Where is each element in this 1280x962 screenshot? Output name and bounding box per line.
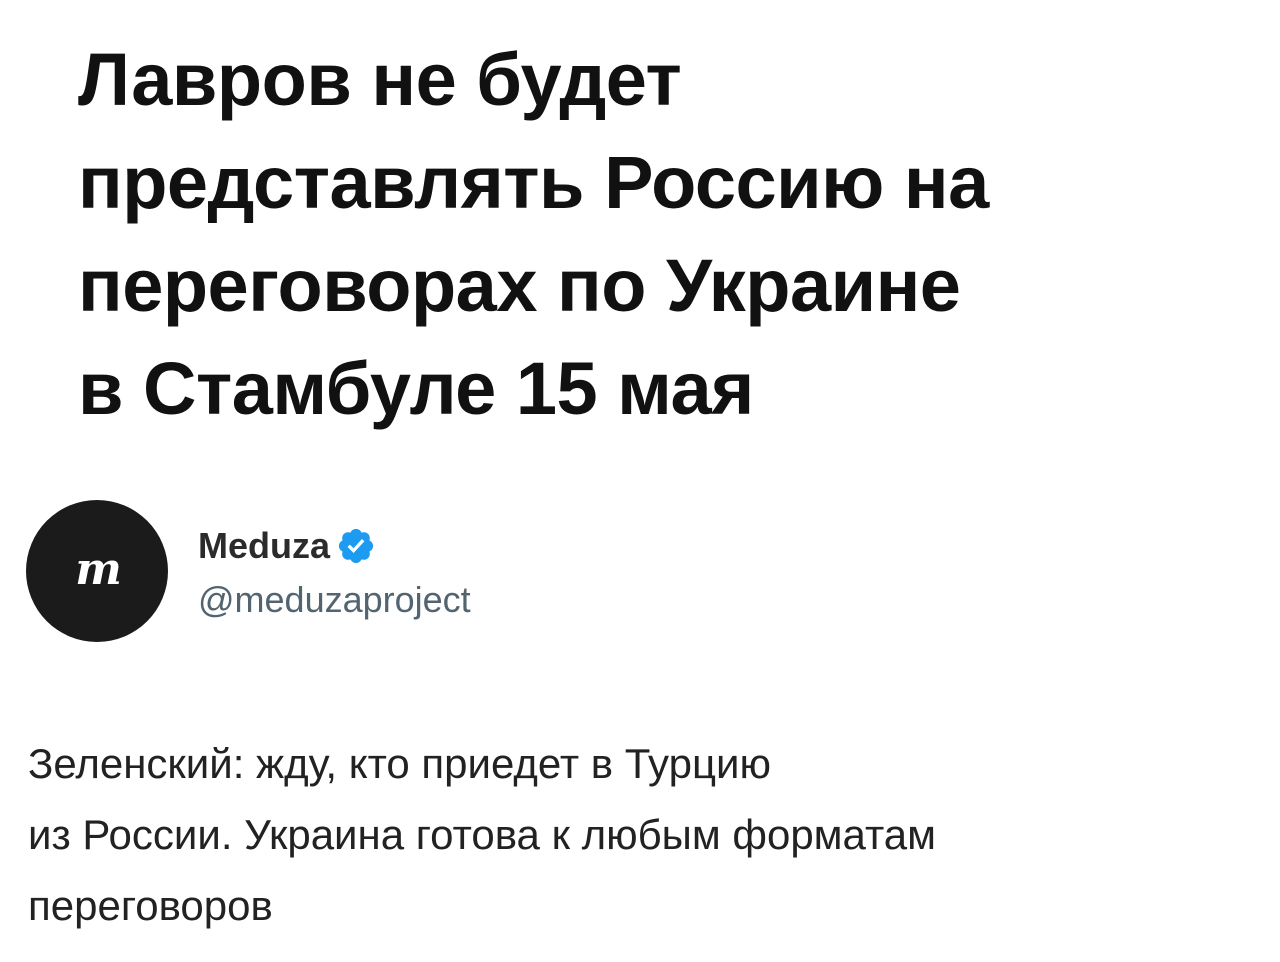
tweet-text-line: из России. Украина готова к любым формат… — [28, 811, 936, 858]
display-name-row: Meduza — [198, 521, 471, 571]
headline: Лавров не будет представлять Россию на п… — [78, 28, 1228, 440]
tweet-text-line: Зеленский: жду, кто приедет в Турцию — [28, 740, 771, 787]
headline-line: в Стамбуле 15 мая — [78, 347, 754, 430]
headline-line: Лавров не будет — [78, 38, 682, 121]
verified-badge-icon — [338, 528, 374, 564]
tweet-text-line: переговоров — [28, 882, 273, 929]
account-names: Meduza @meduzaproject — [198, 521, 471, 621]
headline-line: переговорах по Украине — [78, 244, 961, 327]
tweet-text: Зеленский: жду, кто приедет в Турцию из … — [28, 728, 1248, 941]
meduza-logo-icon: m — [75, 543, 122, 595]
account-handle[interactable]: @meduzaproject — [198, 579, 471, 621]
avatar[interactable]: m — [26, 500, 168, 642]
headline-line: представлять Россию на — [78, 141, 989, 224]
display-name[interactable]: Meduza — [198, 525, 330, 567]
account-header[interactable]: m Meduza @meduzaproject — [26, 500, 471, 642]
